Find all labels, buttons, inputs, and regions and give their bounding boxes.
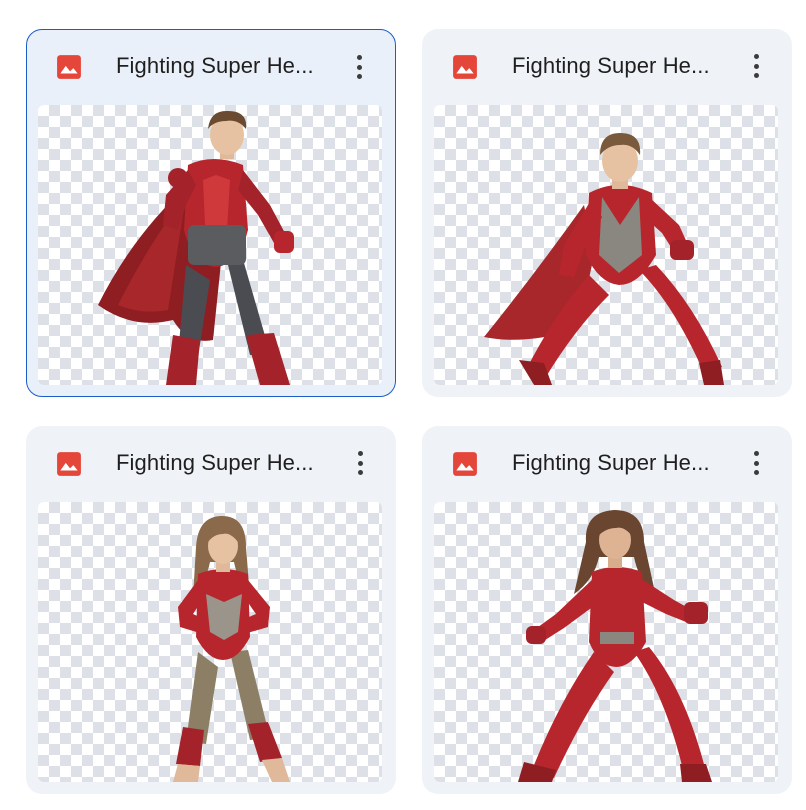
file-card-2[interactable]: Fighting Super He...	[422, 29, 792, 397]
file-title: Fighting Super He...	[512, 53, 710, 78]
file-title: Fighting Super He...	[512, 450, 710, 475]
file-thumbnail[interactable]	[434, 105, 778, 385]
file-thumbnail[interactable]	[38, 502, 382, 782]
more-dot	[357, 451, 363, 456]
more-options-button[interactable]	[346, 448, 374, 478]
girl-fighting-hero-image	[518, 510, 712, 782]
more-dot	[753, 54, 759, 59]
more-options-button[interactable]	[742, 51, 770, 81]
image-file-icon	[453, 55, 477, 79]
image-file-icon	[57, 452, 81, 476]
more-dot	[357, 470, 363, 475]
file-card-3[interactable]: Fighting Super He...	[26, 426, 396, 794]
file-thumbnail[interactable]	[38, 105, 382, 385]
more-dot	[753, 451, 759, 456]
file-grid: Fighting Super He... Fighting Super He..…	[0, 0, 806, 810]
image-file-icon	[57, 55, 81, 79]
file-title: Fighting Super He...	[116, 450, 314, 475]
boy-lunging-hero-image	[484, 133, 724, 385]
girl-standing-hero-image	[173, 516, 290, 782]
file-title: Fighting Super He...	[116, 53, 314, 78]
more-dot	[356, 74, 362, 79]
boy-caped-hero-image	[98, 110, 294, 385]
more-dot	[356, 64, 362, 70]
file-card-header: Fighting Super He...	[422, 426, 792, 500]
image-file-icon	[453, 452, 477, 476]
file-card-header: Fighting Super He...	[26, 426, 396, 500]
file-thumbnail[interactable]	[434, 502, 778, 782]
file-card-4[interactable]: Fighting Super He...	[422, 426, 792, 794]
more-dot	[356, 55, 362, 60]
more-options-button[interactable]	[742, 448, 770, 478]
more-dot	[753, 63, 759, 69]
file-card-header: Fighting Super He...	[422, 29, 792, 103]
file-card-header: Fighting Super He...	[27, 30, 395, 104]
file-card-1[interactable]: Fighting Super He...	[26, 29, 396, 397]
more-dot	[753, 460, 759, 466]
more-dot	[753, 73, 759, 78]
more-dot	[753, 470, 759, 475]
more-options-button[interactable]	[345, 52, 373, 82]
more-dot	[357, 460, 363, 466]
